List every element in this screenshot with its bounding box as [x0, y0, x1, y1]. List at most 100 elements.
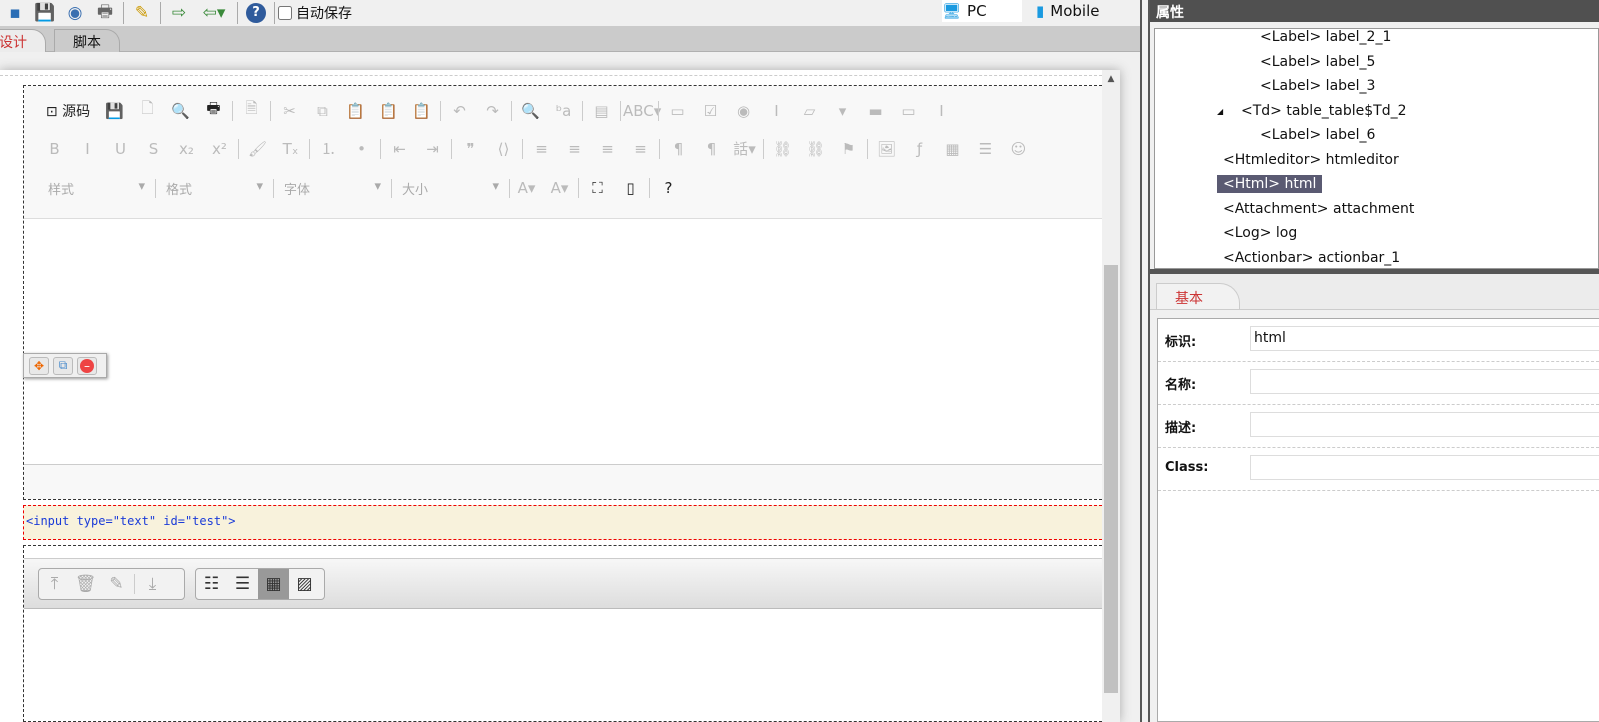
- editor-tool-icon[interactable]: ⛓: [799, 140, 832, 158]
- import-icon[interactable]: ⇦▾: [194, 1, 234, 25]
- image-view-icon[interactable]: ▨: [289, 574, 320, 594]
- tree-item[interactable]: <Attachment> attachment: [1217, 200, 1420, 218]
- attachment-component[interactable]: ⤒ 🗑 ✎ ⤓ ☷ ☰ ▦ ▨: [23, 545, 1102, 722]
- autosave-check[interactable]: [278, 6, 292, 20]
- font-select[interactable]: 字体 ▾: [274, 178, 392, 198]
- preview-icon[interactable]: ◉: [60, 1, 90, 25]
- tree-item[interactable]: <Log> log: [1217, 224, 1303, 242]
- editor-tool-icon[interactable]: ⛶: [581, 179, 614, 197]
- editor-tool-icon[interactable]: ≡: [558, 140, 591, 158]
- editor-tool-icon[interactable]: ¶: [695, 140, 728, 158]
- editor-tool-icon[interactable]: ¶: [662, 140, 695, 158]
- editor-tool-icon[interactable]: Ⅰ: [925, 102, 958, 120]
- editor-tool-icon[interactable]: ≡: [525, 140, 558, 158]
- editor-tool-icon[interactable]: 💾: [98, 102, 131, 120]
- tab-basic[interactable]: 基本: [1156, 283, 1240, 309]
- editor-tool-icon[interactable]: ≡: [591, 140, 624, 158]
- editor-tool-icon[interactable]: 🗎: [235, 98, 268, 123]
- tab-script[interactable]: 脚本: [54, 29, 120, 52]
- field-input[interactable]: [1250, 369, 1599, 394]
- editor-tool-icon[interactable]: 🔍: [164, 102, 197, 120]
- editor-tool-icon[interactable]: ≡: [624, 140, 657, 158]
- editor-tool-icon[interactable]: ⒈: [312, 138, 345, 159]
- editor-tool-icon[interactable]: x₂: [170, 140, 203, 158]
- color-icon[interactable]: A▾: [510, 179, 543, 197]
- editor-tool-icon[interactable]: 🖼: [870, 140, 903, 158]
- panel-splitter[interactable]: [1140, 0, 1150, 722]
- editor-tool-icon[interactable]: 📋: [405, 102, 438, 120]
- editor-tool-icon[interactable]: ▤: [585, 102, 618, 120]
- tree-item[interactable]: <Label> label_6: [1254, 126, 1381, 144]
- size-select[interactable]: 大小 ▾: [392, 178, 510, 198]
- editor-tool-icon[interactable]: S: [137, 140, 170, 158]
- htmleditor-component[interactable]: ⊡ 源码 💾 🗋 🔍 🖶 🗎 ✂ ⧉ 📋 📋 📋 ↶ ↷ 🔍 ᵇa ▤ ABC▾ ▭ ☑ ◉ Ⅰ ▱ ▾ ▬ ▭ Ⅰ BIUSx…: [23, 85, 1102, 500]
- tab-design[interactable]: 设计: [0, 29, 46, 52]
- editor-tool-icon[interactable]: ▱: [793, 102, 826, 120]
- editor-tool-icon[interactable]: 話▾: [728, 138, 761, 159]
- editor-tool-icon[interactable]: 📋: [339, 102, 372, 120]
- editor-tool-icon[interactable]: ƒ: [903, 140, 936, 158]
- editor-tool-icon[interactable]: ☺: [1002, 140, 1035, 158]
- delete-icon[interactable]: –: [77, 356, 97, 375]
- editor-tool-icon[interactable]: ▬: [859, 102, 892, 120]
- tree-item[interactable]: <Label> label_2_1: [1254, 29, 1397, 46]
- editor-tool-icon[interactable]: 🔍: [514, 102, 547, 120]
- editor-tool-icon[interactable]: 🗋: [131, 98, 164, 123]
- editor-tool-icon[interactable]: ☑: [694, 102, 727, 120]
- editor-tool-icon[interactable]: I: [71, 140, 104, 158]
- tree-item[interactable]: <Label> label_5: [1254, 53, 1381, 71]
- tree-item[interactable]: ◢ <Td> table_table$Td_2: [1217, 102, 1413, 120]
- editor-tool-icon[interactable]: Ⅰ: [760, 102, 793, 120]
- editor-tool-icon[interactable]: ▦: [936, 140, 969, 158]
- editor-tool-icon[interactable]: ↶: [443, 102, 476, 120]
- color-icon[interactable]: A▾: [543, 179, 576, 197]
- help-icon[interactable]: ?: [652, 179, 685, 197]
- tree-item[interactable]: <Actionbar> actionbar_1: [1217, 249, 1406, 267]
- editor-tool-icon[interactable]: ◉: [727, 102, 760, 120]
- editor-tool-icon[interactable]: ↷: [476, 102, 509, 120]
- editor-tool-icon[interactable]: ABC▾: [623, 102, 661, 120]
- editor-tool-icon[interactable]: ☰: [969, 140, 1002, 158]
- html-component[interactable]: <input type="text" id="test">: [23, 505, 1102, 540]
- upload-icon[interactable]: ⤒: [39, 574, 70, 594]
- scroll-up-icon[interactable]: ▲: [1102, 74, 1120, 84]
- detail-view-icon[interactable]: ☰: [227, 574, 258, 594]
- field-input[interactable]: [1250, 412, 1599, 437]
- editor-tool-icon[interactable]: ▭: [892, 102, 925, 120]
- save-icon[interactable]: 💾: [30, 1, 60, 25]
- editor-tool-icon[interactable]: B: [38, 140, 71, 158]
- editor-tool-icon[interactable]: U: [104, 140, 137, 158]
- style-select[interactable]: 样式 ▾: [38, 178, 156, 198]
- editor-tool-icon[interactable]: ▭: [661, 102, 694, 120]
- tree-item[interactable]: <Htmleditor> htmleditor: [1217, 151, 1405, 169]
- editor-tool-icon[interactable]: ⧉: [306, 102, 339, 120]
- editor-tool-icon[interactable]: •: [345, 140, 378, 158]
- editor-tool-icon[interactable]: ⇥: [416, 140, 449, 158]
- format-select[interactable]: 格式 ▾: [156, 178, 274, 198]
- expand-arrow-icon[interactable]: ◢: [1217, 107, 1223, 116]
- export-icon[interactable]: ⇨: [164, 1, 194, 25]
- tree-item[interactable]: <Label> label_3: [1254, 77, 1381, 95]
- editor-tool-icon[interactable]: x²: [203, 140, 236, 158]
- save-icon[interactable]: ▪: [0, 1, 30, 25]
- scrollbar-thumb[interactable]: [1104, 265, 1118, 693]
- editor-tool-icon[interactable]: Tₓ: [274, 140, 307, 158]
- trash-icon[interactable]: 🗑: [70, 574, 101, 594]
- print-icon[interactable]: 🖶: [90, 1, 120, 25]
- device-pc-button[interactable]: 🖥 PC: [942, 0, 1022, 22]
- editor-tool-icon[interactable]: 📋: [372, 102, 405, 120]
- device-mobile-button[interactable]: ▮ Mobile: [1036, 0, 1099, 22]
- list-view-icon[interactable]: ☷: [196, 574, 227, 594]
- grid-view-icon[interactable]: ▦: [258, 569, 289, 599]
- wand-icon[interactable]: ✎: [127, 1, 157, 25]
- move-icon[interactable]: ✥: [29, 356, 49, 375]
- editor-tool-icon[interactable]: ❞: [454, 140, 487, 158]
- tree-item[interactable]: <Html> html: [1217, 175, 1323, 193]
- editor-tool-icon[interactable]: ▯: [614, 179, 647, 197]
- source-button[interactable]: ⊡ 源码: [38, 101, 98, 121]
- editor-tool-icon[interactable]: ✂: [273, 102, 306, 120]
- copy-icon[interactable]: ⧉: [53, 356, 73, 375]
- autosave-checkbox[interactable]: 自动保存: [278, 3, 352, 23]
- download-icon[interactable]: ⤓: [137, 574, 168, 594]
- edit-icon[interactable]: ✎: [101, 574, 132, 594]
